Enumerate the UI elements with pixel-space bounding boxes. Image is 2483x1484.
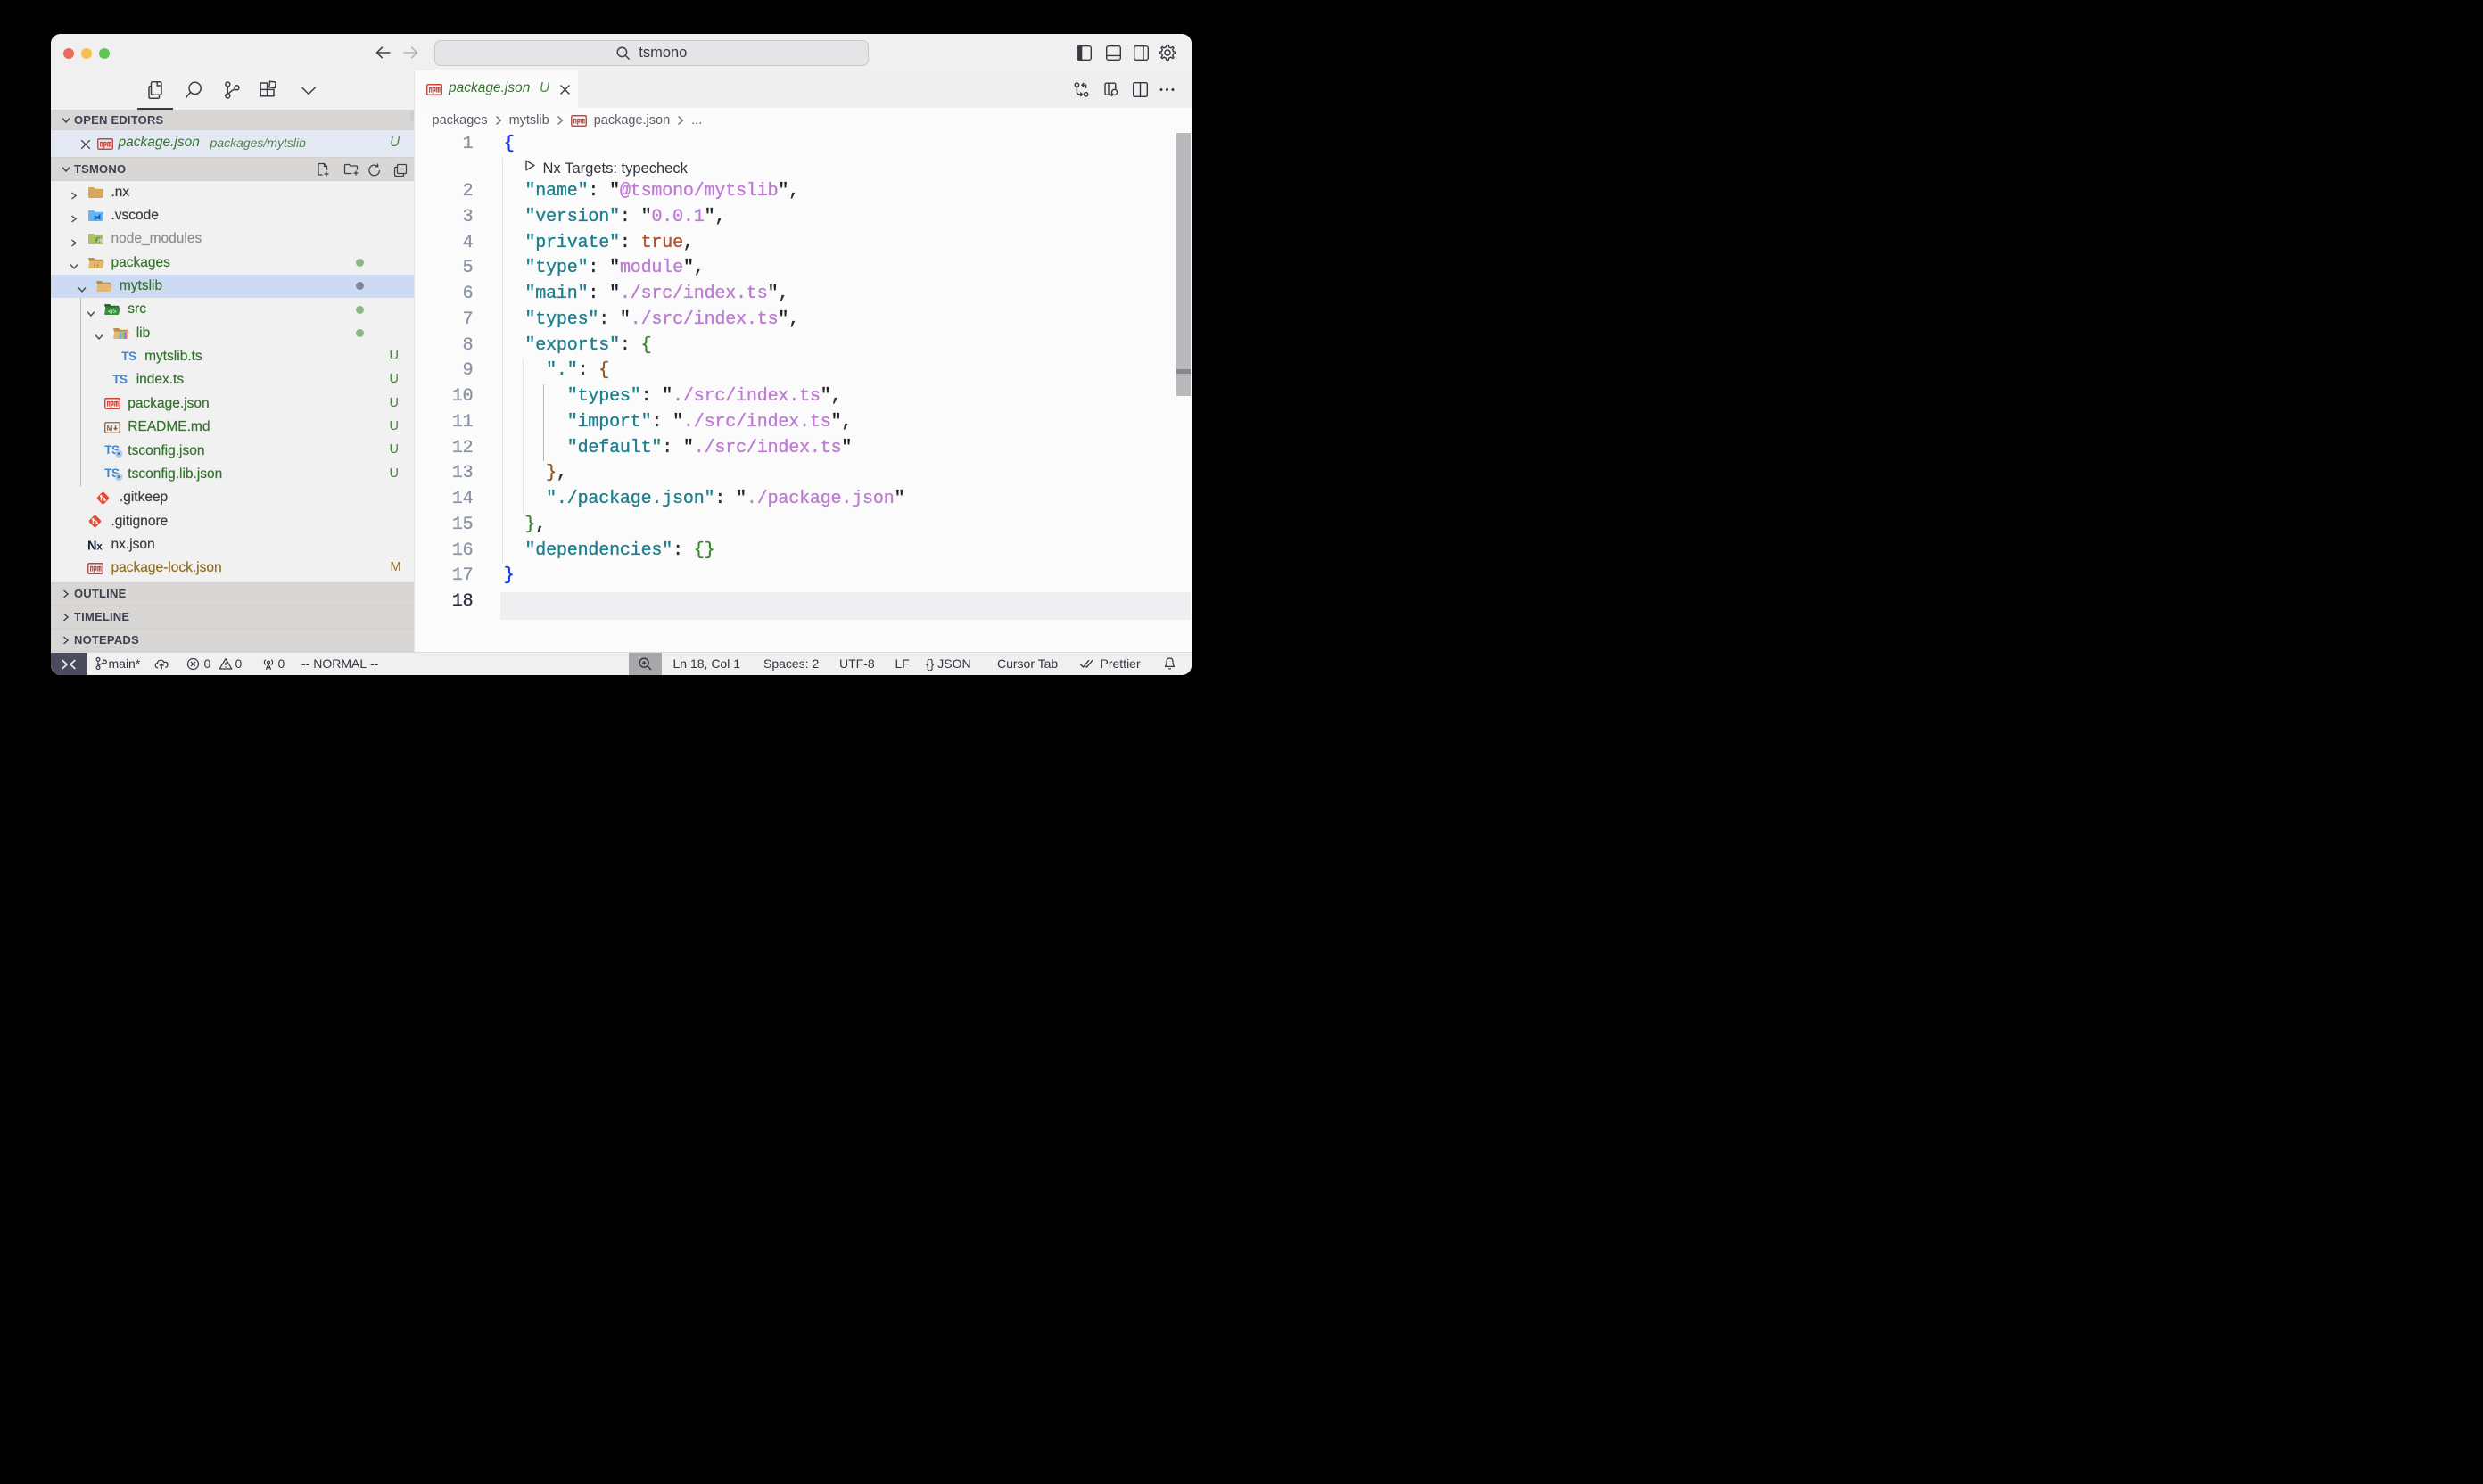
svg-text:JS: JS [96,239,103,244]
svg-text:x: x [96,541,103,551]
svg-text:N: N [87,539,96,551]
svg-text:M: M [106,425,112,433]
svg-text:TS: TS [112,374,128,387]
svg-text:TS: TS [121,350,136,363]
svg-text:</>: </> [108,309,117,316]
